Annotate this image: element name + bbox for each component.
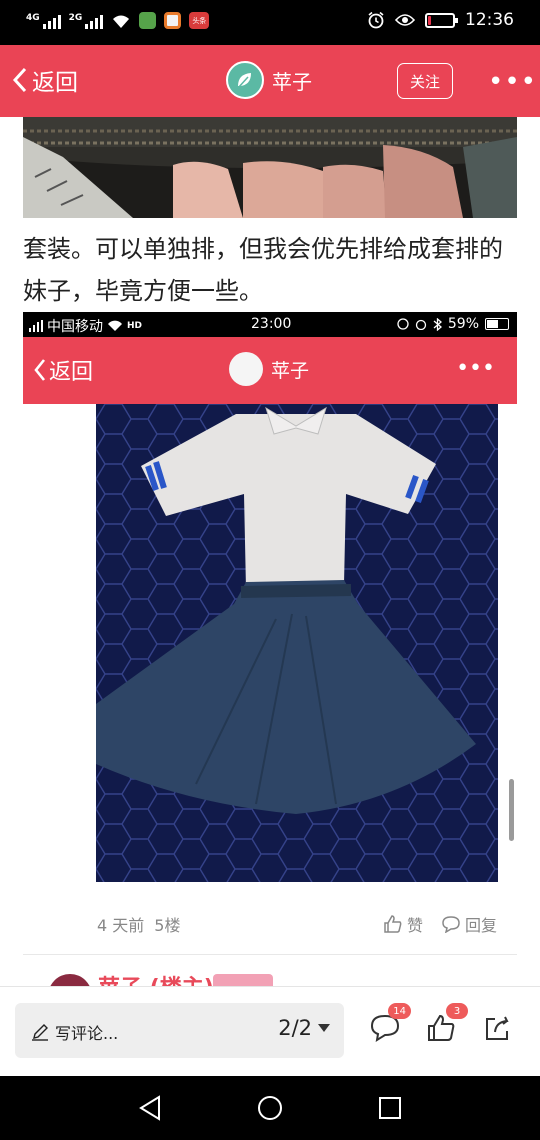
embedded-lock-icon [397, 318, 409, 330]
chevron-left-icon [12, 67, 27, 93]
alarm-icon [368, 11, 384, 29]
toutiao-label: 头条 [192, 16, 207, 25]
chat-bubble-icon [442, 916, 460, 933]
bottom-action-bar: 写评论... 2/2 14 3 [0, 986, 540, 1076]
embedded-wifi-icon [108, 320, 122, 331]
post-image-top[interactable] [23, 117, 517, 218]
likes-count-badge: 3 [446, 1003, 468, 1019]
status-bar: 4G 2G 头条 12:36 [0, 0, 540, 45]
back-button[interactable]: 返回 [12, 63, 78, 97]
comments-button[interactable]: 14 [369, 1003, 411, 1047]
orange-app-icon [164, 12, 182, 29]
toutiao-icon: 头条 [189, 12, 210, 29]
embedded-clock: 23:00 [251, 316, 292, 332]
embedded-signal-icon [29, 320, 43, 332]
embedded-more-icon: ••• [456, 356, 495, 381]
signal-icon: 4G [26, 13, 61, 29]
post-actions: 赞 回复 [383, 912, 497, 936]
leaf-icon [237, 73, 251, 89]
outfit-photo [96, 404, 498, 882]
embedded-screenshot: 中国移动 HD 23:00 59% 返回 苹子 ••• [23, 312, 517, 404]
wifi-icon [113, 15, 130, 28]
comments-count-badge: 14 [388, 1003, 411, 1019]
like-button[interactable]: 赞 [383, 912, 423, 936]
level-badge [213, 974, 273, 986]
author-header[interactable]: 苹子 [226, 61, 312, 99]
embedded-carrier: 中国移动 [47, 319, 103, 335]
network-type-label: 4G [26, 12, 40, 23]
thumbs-up-icon [384, 915, 402, 933]
embedded-back-label: 返回 [49, 360, 94, 385]
embedded-title: 苹子 [271, 359, 310, 382]
post-image-outfit[interactable] [96, 404, 498, 882]
post-text: 套装。可以单独排，但我会优先排给成套排的妹子，毕竟方便一些。 [23, 235, 503, 305]
clock: 12:36 [465, 10, 514, 30]
back-triangle-icon[interactable] [138, 1094, 162, 1122]
embedded-nav-bar: 返回 苹子 ••• [23, 337, 517, 404]
system-navigation-bar [0, 1076, 540, 1140]
comment-input[interactable]: 写评论... 2/2 [15, 1003, 344, 1058]
embedded-alarm-icon [415, 319, 427, 330]
divider [23, 954, 517, 955]
embedded-bluetooth-icon [433, 317, 442, 331]
next-reply[interactable]: 苹子 (楼主) [40, 970, 340, 986]
embedded-status-bar: 中国移动 HD 23:00 59% [23, 312, 517, 337]
follow-label: 关注 [409, 72, 440, 91]
scrollbar[interactable] [509, 779, 514, 841]
embedded-avatar [229, 352, 263, 386]
network-type-label: 2G [68, 12, 83, 23]
share-button[interactable] [483, 1013, 517, 1047]
reply-button[interactable]: 回复 [441, 912, 497, 936]
avatar [48, 974, 92, 986]
embedded-battery-icon [485, 318, 509, 330]
reply-author-name: 苹子 (楼主) [98, 970, 214, 986]
author-avatar [226, 61, 264, 99]
eye-icon [395, 14, 415, 26]
back-label: 返回 [32, 70, 78, 96]
share-icon [486, 1016, 509, 1040]
post-floor: 5楼 [154, 916, 181, 935]
comment-placeholder: 写评论... [55, 1024, 119, 1043]
page-selector[interactable]: 2/2 [278, 1016, 330, 1040]
post-meta: 4 天前 5楼 [97, 912, 180, 936]
top-nav-bar: 返回 苹子 关注 ••• [0, 45, 540, 117]
like-label: 赞 [406, 916, 423, 935]
green-app-icon [139, 12, 157, 29]
page-indicator: 2/2 [278, 1016, 312, 1040]
likes-button[interactable]: 3 [426, 1003, 468, 1047]
reply-label: 回复 [464, 916, 497, 935]
fabric-photo [23, 117, 517, 218]
caret-down-icon [318, 1024, 330, 1032]
follow-button[interactable]: 关注 [397, 63, 453, 99]
pencil-icon [32, 1024, 48, 1041]
battery-icon [425, 12, 458, 28]
post-time: 4 天前 [97, 916, 145, 935]
embedded-chevron-left-icon [34, 359, 46, 381]
author-name: 苹子 [272, 69, 312, 94]
home-circle-icon[interactable] [257, 1094, 283, 1122]
recents-square-icon[interactable] [378, 1094, 402, 1122]
embedded-battery-percent: 59% [447, 316, 479, 332]
embedded-hd-label: HD [127, 321, 143, 331]
more-menu-button[interactable]: ••• [488, 67, 537, 97]
signal-icon: 2G [69, 13, 104, 29]
